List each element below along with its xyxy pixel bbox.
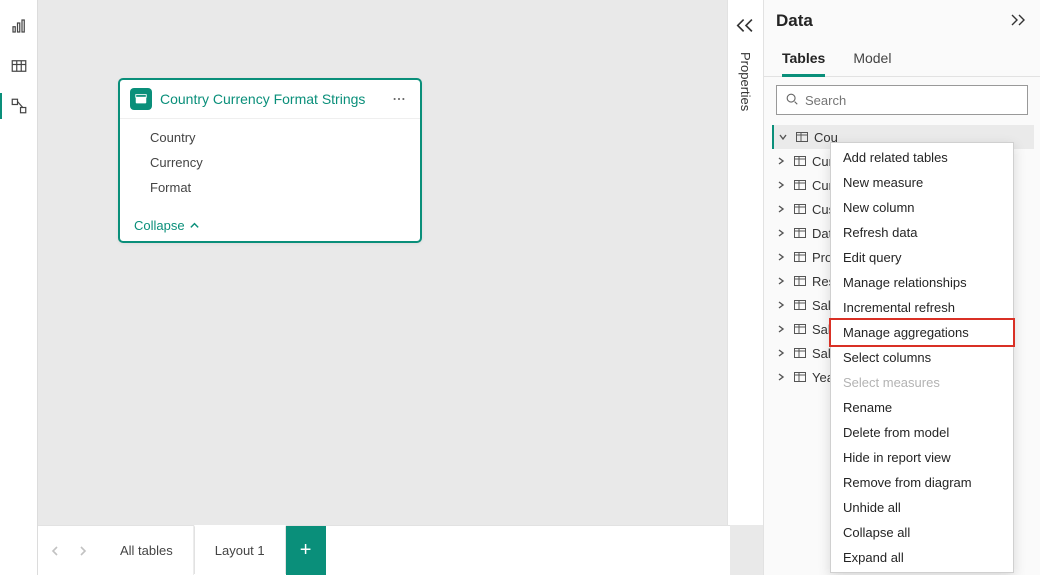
- search-input[interactable]: [805, 93, 1019, 108]
- layout-tab[interactable]: Layout 1: [194, 525, 286, 574]
- table-icon: [792, 322, 808, 336]
- context-menu-item[interactable]: Unhide all: [831, 495, 1013, 520]
- layout-nav: [38, 526, 100, 575]
- chevron-right-icon[interactable]: [774, 180, 788, 190]
- table-icon: [792, 226, 808, 240]
- context-menu-item[interactable]: Hide in report view: [831, 445, 1013, 470]
- table-icon: [792, 298, 808, 312]
- chevron-right-icon[interactable]: [774, 276, 788, 286]
- chevron-right-icon[interactable]: [774, 228, 788, 238]
- context-menu-item[interactable]: Delete from model: [831, 420, 1013, 445]
- chevron-right-icon[interactable]: [774, 372, 788, 382]
- tab-tables[interactable]: Tables: [782, 42, 825, 76]
- chevron-right-icon[interactable]: [774, 348, 788, 358]
- data-pane-title: Data: [776, 11, 813, 31]
- chevron-right-icon[interactable]: [774, 300, 788, 310]
- model-view-icon[interactable]: [3, 90, 35, 122]
- chevron-right-icon[interactable]: [774, 324, 788, 334]
- collapse-data-pane-button[interactable]: [1006, 12, 1028, 31]
- add-layout-button[interactable]: +: [286, 526, 326, 575]
- table-icon: [792, 178, 808, 192]
- prev-layout-button[interactable]: [42, 536, 68, 566]
- properties-label[interactable]: Properties: [738, 48, 753, 111]
- chevron-right-icon[interactable]: [774, 156, 788, 166]
- context-menu-item[interactable]: Rename: [831, 395, 1013, 420]
- view-rail: [0, 0, 38, 575]
- table-icon: [794, 130, 810, 144]
- layout-tabs-bar: All tables Layout 1 +: [38, 525, 730, 575]
- search-box[interactable]: [776, 85, 1028, 115]
- collapse-label: Collapse: [134, 218, 185, 233]
- context-menu-item-disabled: Select measures: [831, 370, 1013, 395]
- context-menu-item[interactable]: Remove from diagram: [831, 470, 1013, 495]
- next-layout-button[interactable]: [70, 536, 96, 566]
- expand-properties-button[interactable]: [733, 12, 759, 38]
- table-icon: [792, 250, 808, 264]
- table-icon: [792, 154, 808, 168]
- data-view-icon[interactable]: [3, 50, 35, 82]
- table-icon: [792, 274, 808, 288]
- chevron-right-icon[interactable]: [774, 204, 788, 214]
- report-view-icon[interactable]: [3, 10, 35, 42]
- table-card-header[interactable]: Country Currency Format Strings: [120, 80, 420, 119]
- data-pane-tabs: Tables Model: [764, 42, 1040, 77]
- context-menu-item[interactable]: Manage relationships: [831, 270, 1013, 295]
- data-pane-header: Data: [764, 0, 1040, 42]
- context-menu-item[interactable]: Incremental refresh: [831, 295, 1013, 320]
- context-menu-item[interactable]: Select columns: [831, 345, 1013, 370]
- properties-pane-collapsed: Properties: [727, 0, 763, 525]
- chevron-right-icon[interactable]: [776, 132, 790, 142]
- all-tables-tab[interactable]: All tables: [100, 526, 194, 575]
- chevron-right-icon[interactable]: [774, 252, 788, 262]
- context-menu-item-highlighted[interactable]: Manage aggregations: [829, 318, 1015, 347]
- table-field[interactable]: Currency: [120, 150, 420, 175]
- context-menu-item[interactable]: New measure: [831, 170, 1013, 195]
- tab-model[interactable]: Model: [853, 42, 891, 76]
- table-card-menu-button[interactable]: [388, 90, 410, 108]
- context-menu-item[interactable]: Add related tables: [831, 145, 1013, 170]
- context-menu-item[interactable]: Refresh data: [831, 220, 1013, 245]
- context-menu-item[interactable]: Expand all: [831, 545, 1013, 570]
- table-icon: [792, 202, 808, 216]
- table-label: Sal: [812, 322, 831, 337]
- model-canvas[interactable]: Country Currency Format Strings Country …: [38, 0, 730, 525]
- table-icon: [130, 88, 152, 110]
- table-label: Sal: [812, 298, 831, 313]
- table-icon: [792, 370, 808, 384]
- context-menu-item[interactable]: Collapse all: [831, 520, 1013, 545]
- table-field[interactable]: Format: [120, 175, 420, 200]
- context-menu: Add related tables New measure New colum…: [830, 142, 1014, 573]
- table-card[interactable]: Country Currency Format Strings Country …: [118, 78, 422, 243]
- table-card-title: Country Currency Format Strings: [160, 91, 380, 107]
- table-icon: [792, 346, 808, 360]
- collapse-button[interactable]: Collapse: [120, 210, 420, 241]
- search-icon: [785, 92, 799, 109]
- table-field[interactable]: Country: [120, 125, 420, 150]
- context-menu-item[interactable]: New column: [831, 195, 1013, 220]
- table-label: Sal: [812, 346, 831, 361]
- table-fields-list: Country Currency Format: [120, 119, 420, 210]
- context-menu-item[interactable]: Edit query: [831, 245, 1013, 270]
